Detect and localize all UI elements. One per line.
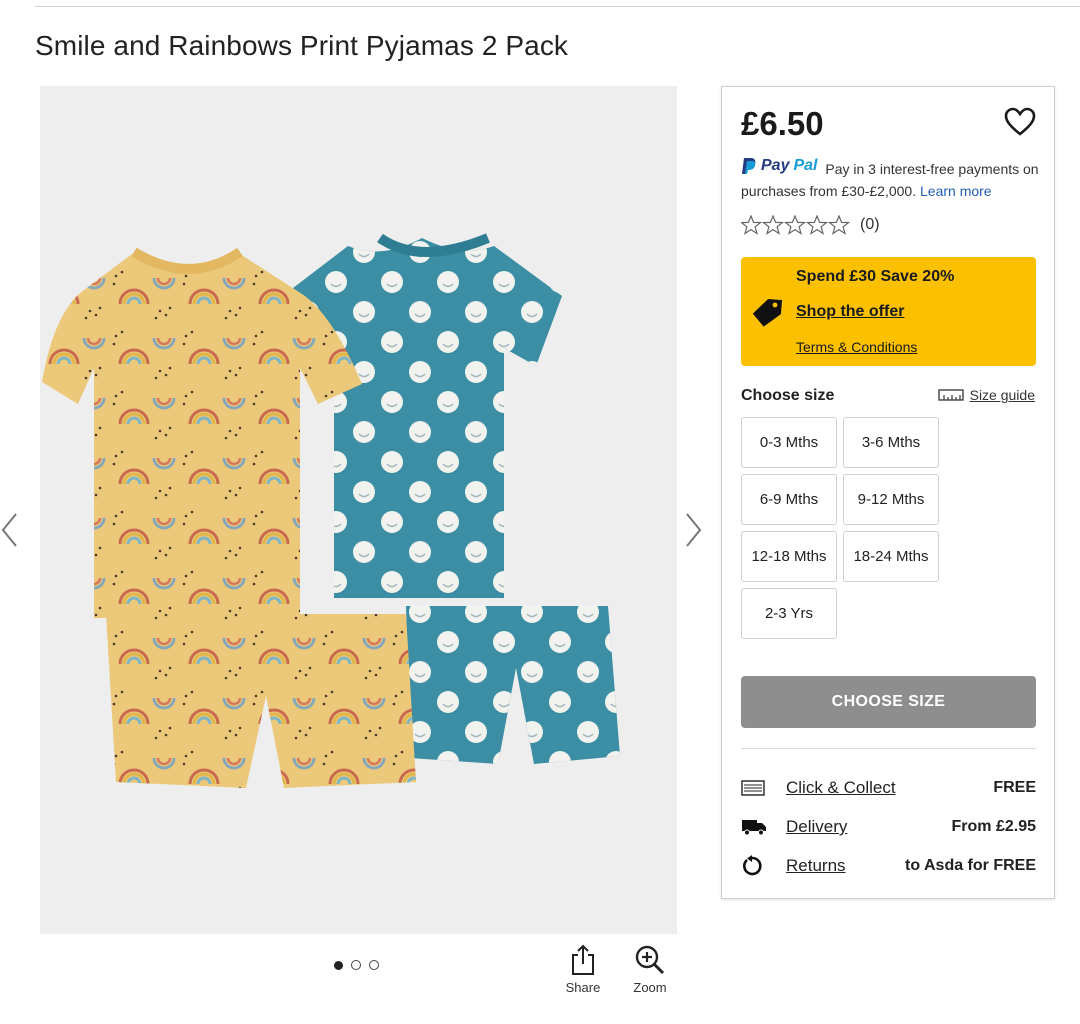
- carousel-dots: [334, 960, 379, 970]
- delivery-value: From £2.95: [951, 818, 1036, 835]
- size-options: 0-3 Mths 3-6 Mths 6-9 Mths 9-12 Mths 12-…: [741, 417, 941, 639]
- zoom-label: Zoom: [633, 980, 667, 995]
- size-option-0-3-mths[interactable]: 0-3 Mths: [741, 417, 837, 468]
- size-option-2-3-yrs[interactable]: 2-3 Yrs: [741, 588, 837, 639]
- share-label: Share: [565, 980, 601, 995]
- rating-count: (0): [860, 216, 880, 233]
- delivery-truck-icon: [741, 816, 767, 838]
- promo-banner: Spend £30 Save 20% Shop the offer Terms …: [741, 257, 1036, 366]
- paypal-logo: Pay Pal: [741, 155, 817, 177]
- purchase-panel: £6.50 Pay Pal Pay in 3 interest-free paym…: [721, 86, 1055, 899]
- paypal-brand-pay: Pay: [761, 157, 790, 174]
- paypal-icon: [742, 158, 756, 174]
- paypal-banner: Pay Pal Pay in 3 interest-free payments o…: [741, 155, 1046, 202]
- paypal-learn-more-link[interactable]: Learn more: [920, 183, 992, 199]
- click-collect-link[interactable]: Click & Collect: [786, 778, 896, 798]
- zoom-in-icon: [635, 945, 665, 975]
- size-option-12-18-mths[interactable]: 12-18 Mths: [741, 531, 837, 582]
- size-option-3-6-mths[interactable]: 3-6 Mths: [843, 417, 939, 468]
- returns-icon: [741, 855, 767, 877]
- chevron-right-icon: [686, 513, 702, 547]
- share-icon: [572, 944, 594, 975]
- terms-conditions-link[interactable]: Terms & Conditions: [796, 339, 917, 355]
- returns-row: Returns to Asda for FREE: [741, 854, 1036, 878]
- promo-headline: Spend £30 Save 20%: [796, 268, 955, 285]
- shop-offer-link[interactable]: Shop the offer: [796, 303, 904, 321]
- product-image[interactable]: [40, 86, 677, 934]
- services-divider: [741, 748, 1036, 749]
- share-button[interactable]: Share: [553, 944, 613, 995]
- previous-image-arrow[interactable]: [0, 510, 20, 550]
- next-image-arrow[interactable]: [683, 510, 703, 550]
- wishlist-button[interactable]: [1004, 107, 1036, 142]
- size-option-9-12-mths[interactable]: 9-12 Mths: [843, 474, 939, 525]
- pyjamas-illustration: [42, 233, 620, 788]
- product-price: £6.50: [741, 105, 824, 142]
- paypal-brand-pal: Pal: [793, 157, 818, 174]
- delivery-row: Delivery From £2.95: [741, 815, 1036, 839]
- ruler-icon: [937, 389, 964, 401]
- size-option-18-24-mths[interactable]: 18-24 Mths: [843, 531, 939, 582]
- product-title: Smile and Rainbows Print Pyjamas 2 Pack: [35, 30, 569, 61]
- size-option-6-9-mths[interactable]: 6-9 Mths: [741, 474, 837, 525]
- click-collect-value: FREE: [993, 779, 1036, 796]
- size-guide-link[interactable]: Size guide: [937, 387, 1035, 403]
- delivery-link[interactable]: Delivery: [786, 817, 847, 837]
- carousel-dot-1[interactable]: [334, 960, 343, 970]
- choose-size-label: Choose size: [741, 387, 835, 404]
- star-rating-icon: [741, 215, 851, 235]
- heart-icon: [1004, 107, 1036, 136]
- top-divider: [35, 6, 1080, 7]
- chevron-left-icon: [1, 513, 17, 547]
- click-collect-row: Click & Collect FREE: [741, 776, 1036, 800]
- choose-size-button[interactable]: CHOOSE SIZE: [741, 676, 1036, 728]
- carousel-dot-2[interactable]: [351, 960, 361, 970]
- rating[interactable]: (0): [741, 215, 880, 235]
- price-tag-icon: [752, 298, 783, 327]
- size-guide-label: Size guide: [969, 387, 1035, 403]
- returns-value: to Asda for FREE: [905, 857, 1036, 874]
- zoom-button[interactable]: Zoom: [620, 944, 680, 995]
- returns-link[interactable]: Returns: [786, 856, 846, 876]
- click-collect-icon: [741, 777, 767, 799]
- carousel-dot-3[interactable]: [369, 960, 379, 970]
